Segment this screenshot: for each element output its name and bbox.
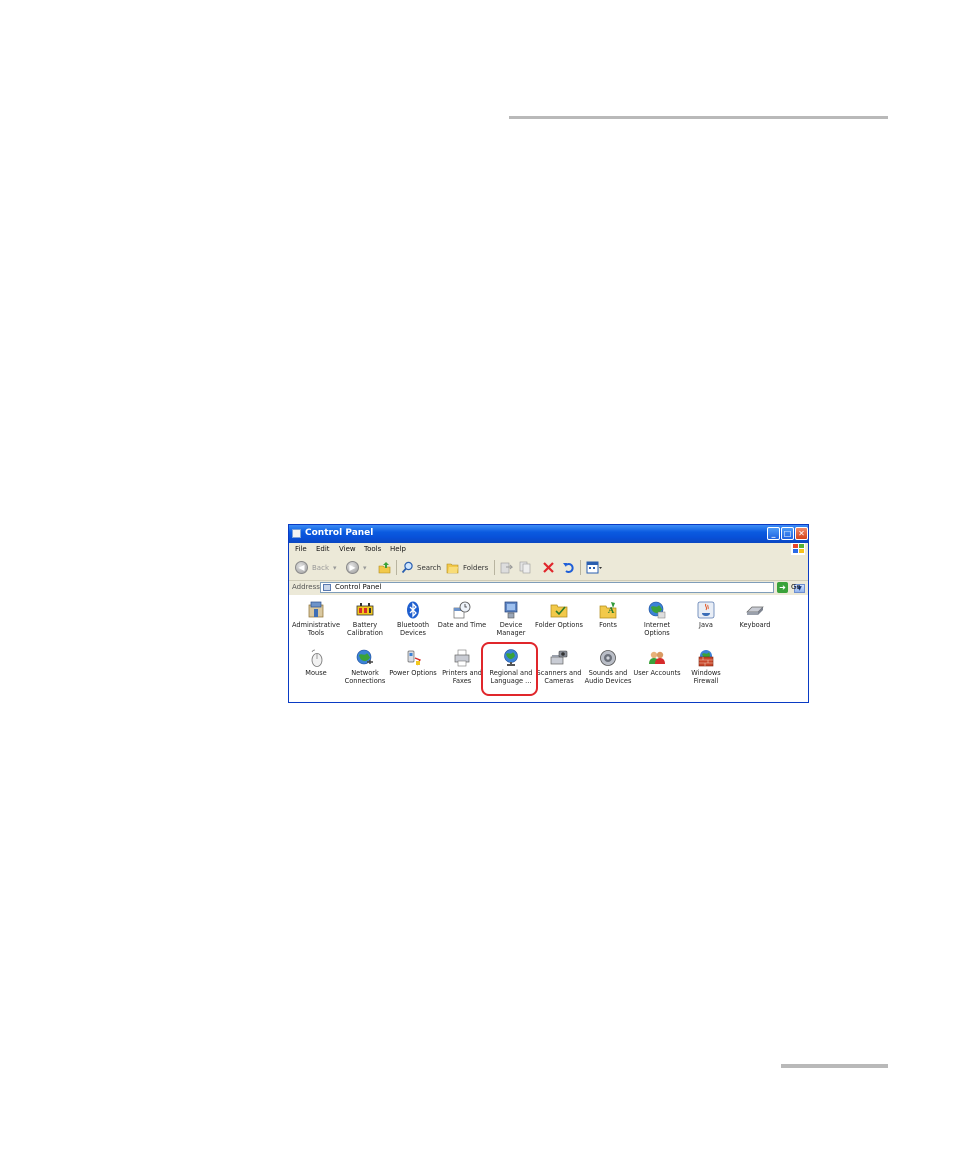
item-user-accounts[interactable]: User Accounts bbox=[631, 649, 683, 677]
forward-dropdown-icon[interactable]: ▾ bbox=[363, 564, 367, 572]
control-panel-small-icon bbox=[323, 584, 331, 591]
control-panel-icon bbox=[292, 529, 301, 538]
java-icon bbox=[697, 601, 715, 619]
back-dropdown-icon[interactable]: ▾ bbox=[333, 564, 337, 572]
back-button-label[interactable]: Back bbox=[312, 564, 329, 572]
printers-and-faxes-icon bbox=[453, 649, 471, 667]
views-icon[interactable] bbox=[586, 561, 603, 574]
item-sounds-and-audio-devices[interactable]: Sounds and Audio Devices bbox=[582, 649, 634, 685]
undo-icon[interactable] bbox=[562, 561, 575, 574]
address-label: Address bbox=[292, 583, 320, 591]
maximize-button[interactable]: □ bbox=[781, 527, 794, 540]
item-battery-calibration[interactable]: Battery Calibration bbox=[339, 601, 391, 637]
address-bar: Address Control Panel ▼ ➜ Go bbox=[289, 581, 808, 595]
item-folder-options[interactable]: Folder Options bbox=[533, 601, 585, 629]
page-header-rule bbox=[509, 116, 888, 119]
item-device-manager[interactable]: Device Manager bbox=[485, 601, 537, 637]
toolbar-separator bbox=[494, 560, 495, 575]
mouse-icon bbox=[307, 649, 325, 667]
item-administrative-tools[interactable]: Administrative Tools bbox=[290, 601, 342, 637]
forward-arrow-icon[interactable]: ▶ bbox=[346, 561, 359, 574]
item-date-and-time[interactable]: Date and Time bbox=[436, 601, 488, 629]
minimize-button[interactable]: _ bbox=[767, 527, 780, 540]
menu-help[interactable]: Help bbox=[390, 545, 406, 553]
delete-icon[interactable] bbox=[542, 561, 555, 574]
menu-file[interactable]: File bbox=[295, 545, 307, 553]
window-title: Control Panel bbox=[305, 528, 374, 538]
item-windows-firewall[interactable]: Windows Firewall bbox=[680, 649, 732, 685]
toolbar: ◀ Back ▾ ▶ ▾ Search Folders bbox=[289, 555, 808, 581]
firewall-icon bbox=[697, 649, 715, 667]
item-fonts[interactable]: A Fonts bbox=[582, 601, 634, 629]
item-internet-options[interactable]: Internet Options bbox=[631, 601, 683, 637]
keyboard-icon bbox=[746, 601, 764, 619]
address-value: Control Panel bbox=[335, 583, 382, 591]
menu-view[interactable]: View bbox=[339, 545, 356, 553]
copy-to-icon[interactable] bbox=[519, 561, 532, 574]
item-mouse[interactable]: Mouse bbox=[290, 649, 342, 677]
up-folder-icon[interactable] bbox=[378, 561, 391, 574]
address-field[interactable]: Control Panel ▼ bbox=[320, 582, 805, 593]
folder-options-icon bbox=[550, 601, 568, 619]
highlight-ring bbox=[481, 642, 538, 696]
date-and-time-icon bbox=[453, 601, 471, 619]
go-arrow-icon[interactable]: ➜ bbox=[777, 582, 788, 593]
title-bar[interactable]: Control Panel _ □ ✕ bbox=[289, 525, 808, 543]
menu-tools[interactable]: Tools bbox=[364, 545, 381, 553]
fonts-icon: A bbox=[599, 601, 617, 619]
control-panel-window: Control Panel _ □ ✕ File Edit View Tools… bbox=[288, 524, 809, 703]
user-accounts-icon bbox=[648, 649, 666, 667]
folders-button-label[interactable]: Folders bbox=[463, 564, 488, 572]
folders-icon[interactable] bbox=[446, 561, 459, 574]
battery-calibration-icon bbox=[356, 601, 374, 619]
network-connections-icon bbox=[356, 649, 374, 667]
speaker-icon bbox=[599, 649, 617, 667]
item-bluetooth-devices[interactable]: Bluetooth Devices bbox=[387, 601, 439, 637]
item-power-options[interactable]: Power Options bbox=[387, 649, 439, 677]
move-to-icon[interactable] bbox=[500, 561, 514, 574]
internet-options-icon bbox=[648, 601, 666, 619]
go-button-label[interactable]: Go bbox=[791, 583, 801, 591]
item-keyboard[interactable]: Keyboard bbox=[729, 601, 781, 629]
scanners-and-cameras-icon bbox=[550, 649, 568, 667]
toolbar-separator bbox=[396, 560, 397, 575]
search-button-label[interactable]: Search bbox=[417, 564, 441, 572]
power-options-icon bbox=[404, 649, 422, 667]
item-network-connections[interactable]: Network Connections bbox=[339, 649, 391, 685]
item-scanners-and-cameras[interactable]: Scanners and Cameras bbox=[533, 649, 585, 685]
search-icon[interactable] bbox=[401, 561, 414, 574]
page-footer-rule bbox=[781, 1064, 888, 1068]
close-button[interactable]: ✕ bbox=[795, 527, 808, 540]
device-manager-icon bbox=[502, 601, 520, 619]
back-arrow-icon[interactable]: ◀ bbox=[295, 561, 308, 574]
svg-text:A: A bbox=[607, 605, 615, 615]
item-java[interactable]: Java bbox=[680, 601, 732, 629]
administrative-tools-icon bbox=[307, 601, 325, 619]
menu-edit[interactable]: Edit bbox=[316, 545, 330, 553]
windows-logo-icon bbox=[791, 543, 805, 555]
menu-bar: File Edit View Tools Help bbox=[289, 543, 808, 555]
control-panel-items: Administrative Tools Battery Calibration… bbox=[289, 596, 808, 702]
bluetooth-icon bbox=[404, 601, 422, 619]
toolbar-separator bbox=[580, 560, 581, 575]
